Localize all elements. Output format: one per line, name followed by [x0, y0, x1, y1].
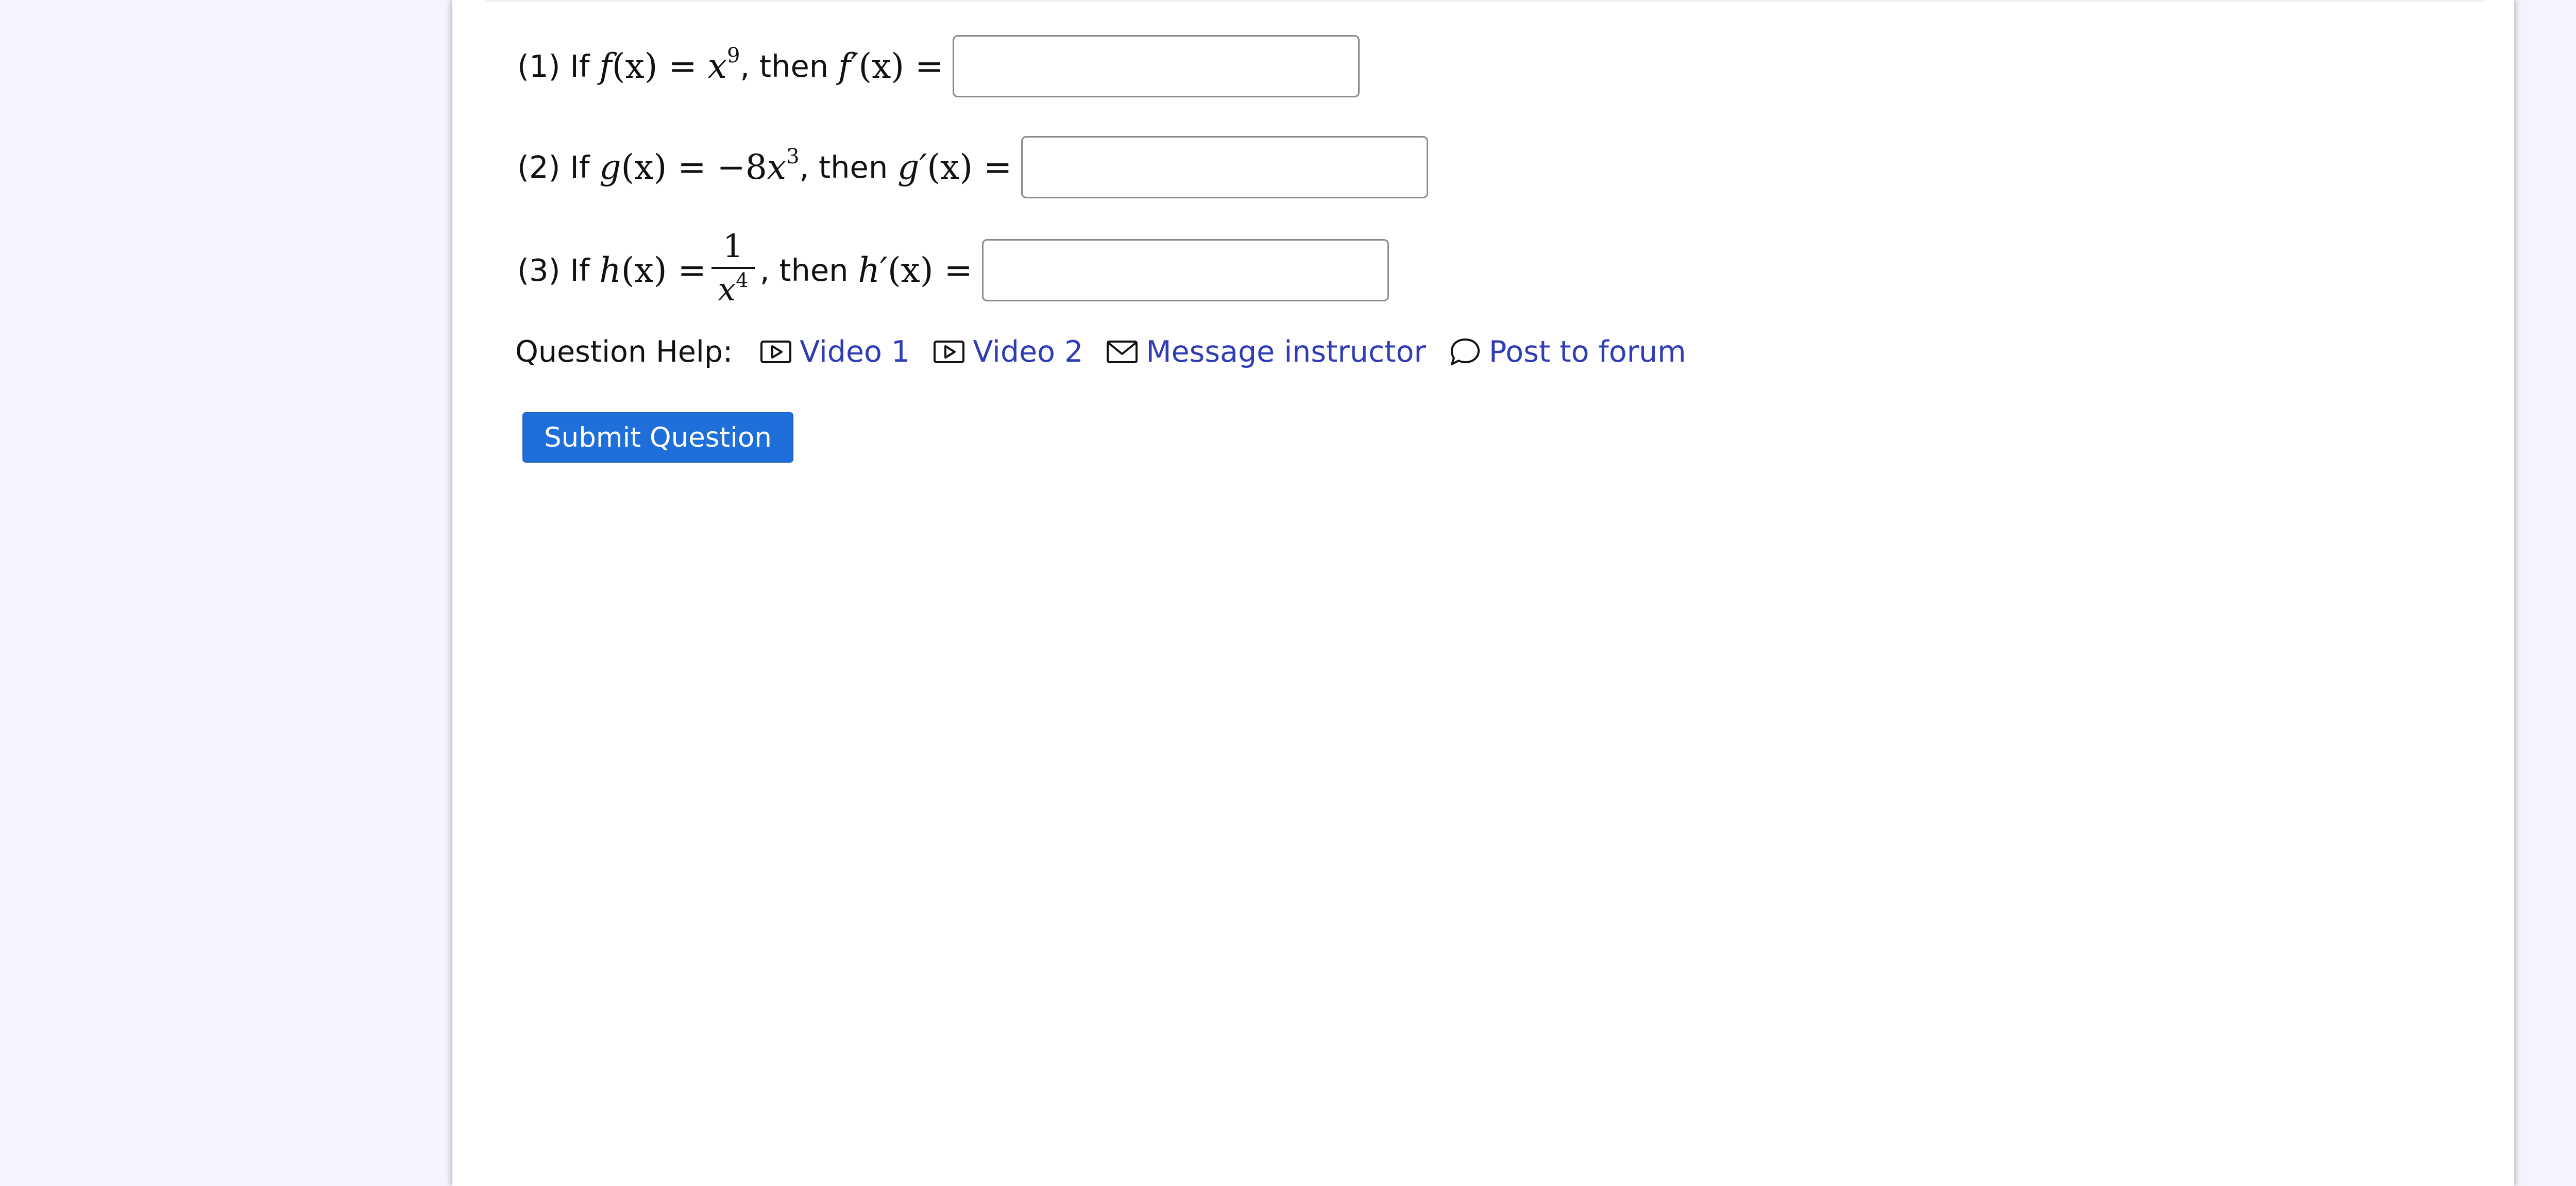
answer-input-3[interactable]	[981, 239, 1389, 301]
video-icon	[934, 341, 965, 363]
question-3-derivative: h′(x) =	[858, 250, 973, 290]
question-1-then: , then	[740, 48, 829, 84]
post-to-forum-link[interactable]: Post to forum	[1449, 335, 1686, 369]
question-1: (1) If f(x) = x9, then f′(x) =	[517, 35, 1360, 97]
video-1-link[interactable]: Video 1	[759, 335, 910, 369]
video-2-link[interactable]: Video 2	[933, 335, 1083, 369]
question-2-function: g(x) = −8x3	[599, 145, 800, 187]
message-instructor-label: Message instructor	[1146, 335, 1426, 369]
message-instructor-link[interactable]: Message instructor	[1106, 335, 1426, 369]
speech-bubble-icon	[1450, 338, 1480, 365]
video-1-label: Video 1	[800, 335, 910, 369]
question-3-label: (3) If	[517, 252, 590, 288]
fraction-numerator: 1	[723, 227, 743, 265]
question-3-then: , then	[759, 252, 849, 288]
answer-input-1[interactable]	[953, 35, 1360, 97]
question-1-derivative: f′(x) =	[838, 46, 944, 86]
question-3-fraction: 1 x4	[711, 226, 755, 314]
question-2-label: (2) If	[517, 149, 590, 185]
fraction-denominator: x4	[718, 269, 749, 308]
video-2-label: Video 2	[973, 335, 1083, 369]
question-2-derivative: g′(x) =	[897, 147, 1012, 187]
submit-question-button[interactable]: Submit Question	[522, 412, 793, 463]
envelope-icon	[1107, 341, 1138, 363]
post-to-forum-label: Post to forum	[1488, 335, 1686, 369]
question-1-function: f(x) = x9	[599, 44, 740, 86]
question-3-function: h(x) =	[599, 250, 706, 290]
question-2: (2) If g(x) = −8x3, then g′(x) =	[517, 136, 1429, 198]
question-3: (3) If h(x) = 1 x4 , then h′(x) =	[517, 226, 1389, 314]
question-help: Question Help: Video 1 Video 2 Message i…	[515, 335, 1709, 369]
question-2-then: , then	[799, 149, 888, 185]
question-help-label: Question Help:	[515, 335, 733, 369]
question-1-label: (1) If	[517, 48, 590, 84]
answer-input-2[interactable]	[1021, 136, 1429, 198]
top-divider	[485, 0, 2484, 2]
video-icon	[760, 341, 792, 363]
